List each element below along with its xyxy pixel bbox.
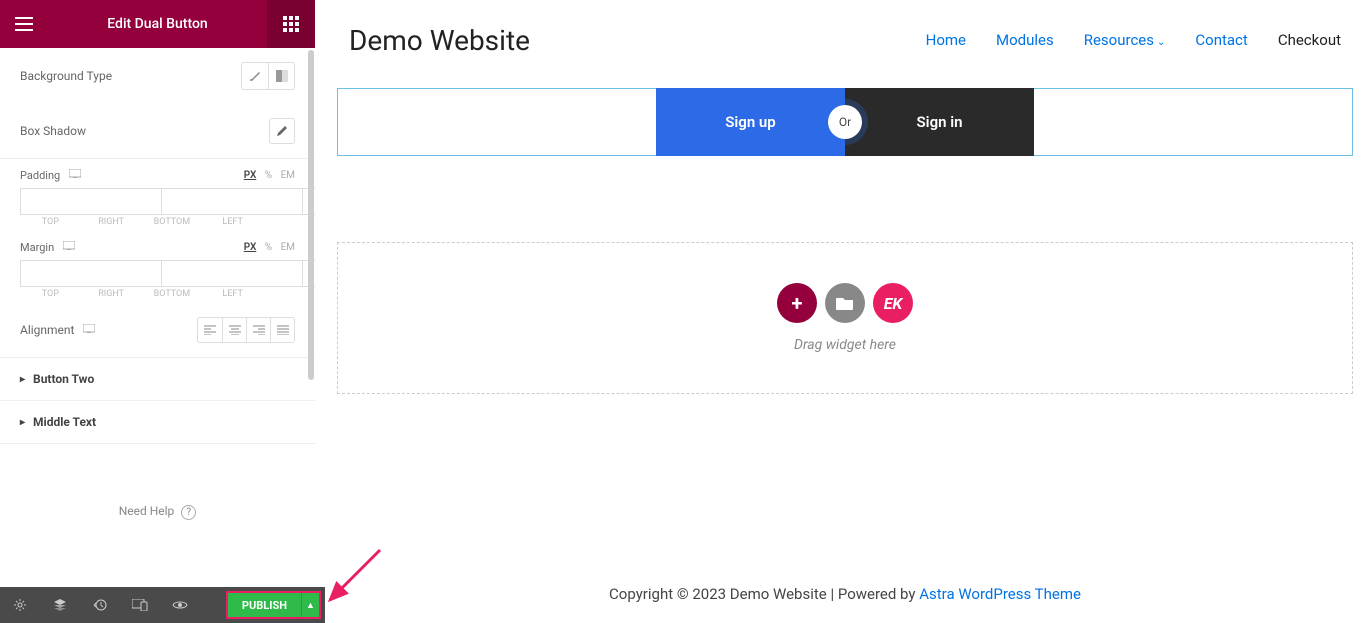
- site-footer: Copyright © 2023 Demo Website | Powered …: [325, 585, 1365, 603]
- alignment-row: Alignment: [0, 303, 315, 357]
- site-header: Demo Website Home Modules Resources⌄ Con…: [325, 0, 1365, 80]
- responsive-mode-icon[interactable]: [120, 587, 160, 623]
- padding-units: PX % EM: [238, 170, 295, 181]
- unit-em[interactable]: EM: [281, 242, 295, 253]
- publish-more-icon[interactable]: ▲: [301, 593, 319, 617]
- box-shadow-edit-icon[interactable]: [269, 118, 295, 144]
- help-icon: ?: [181, 505, 196, 520]
- publish-button[interactable]: PUBLISH: [228, 593, 301, 617]
- unit-em[interactable]: EM: [281, 170, 295, 181]
- dual-button-middle: Or: [828, 105, 862, 139]
- dual-button-right[interactable]: Sign in: [845, 88, 1034, 156]
- unit-pct[interactable]: %: [265, 242, 272, 253]
- dual-button-widget: Sign up Sign in Or: [656, 88, 1034, 156]
- accordion: ▸ Button Two ▸ Middle Text: [0, 357, 315, 444]
- panel-title: Edit Dual Button: [48, 16, 267, 32]
- margin-right-input[interactable]: [161, 260, 302, 287]
- background-type-row: Background Type: [0, 48, 315, 104]
- unit-px[interactable]: PX: [244, 170, 257, 181]
- scrollbar-thumb[interactable]: [308, 50, 314, 380]
- chevron-down-icon: ⌄: [1157, 37, 1165, 48]
- align-center-icon[interactable]: [222, 318, 246, 342]
- drop-zone[interactable]: + EK Drag widget here: [337, 242, 1353, 394]
- nav-checkout[interactable]: Checkout: [1278, 31, 1341, 49]
- chevron-right-icon: ▸: [20, 417, 25, 428]
- align-justify-icon[interactable]: [270, 318, 294, 342]
- alignment-toggle: [197, 317, 295, 343]
- dual-button-left[interactable]: Sign up: [656, 88, 845, 156]
- responsive-icon[interactable]: [63, 241, 75, 254]
- padding-top-input[interactable]: [20, 188, 161, 215]
- padding-control: Padding PX % EM: [0, 159, 315, 231]
- bg-classic-icon[interactable]: [242, 63, 268, 89]
- need-help[interactable]: Need Help ?: [0, 444, 315, 580]
- panel-scroll: Background Type Box Shadow Padding: [0, 48, 315, 623]
- elementskit-icon[interactable]: EK: [873, 283, 913, 323]
- padding-right-input[interactable]: [161, 188, 302, 215]
- nav-modules[interactable]: Modules: [996, 31, 1054, 49]
- box-shadow-label: Box Shadow: [20, 124, 86, 138]
- preview-area: Demo Website Home Modules Resources⌄ Con…: [325, 0, 1365, 623]
- panel-header: Edit Dual Button: [0, 0, 315, 48]
- align-left-icon[interactable]: [198, 318, 222, 342]
- unit-px[interactable]: PX: [244, 242, 257, 253]
- navigator-icon[interactable]: [40, 587, 80, 623]
- selected-widget-frame[interactable]: Sign up Sign in Or: [337, 88, 1353, 156]
- padding-label: Padding: [20, 169, 60, 182]
- preview-icon[interactable]: [160, 587, 200, 623]
- margin-control: Margin PX % EM: [0, 231, 315, 303]
- responsive-icon[interactable]: [69, 169, 81, 182]
- nav-home[interactable]: Home: [926, 31, 966, 49]
- margin-top-input[interactable]: [20, 260, 161, 287]
- nav-contact[interactable]: Contact: [1195, 31, 1247, 49]
- widgets-grid-icon[interactable]: [267, 0, 315, 48]
- bg-gradient-icon[interactable]: [268, 63, 294, 89]
- margin-units: PX % EM: [238, 242, 295, 253]
- add-section-icon[interactable]: +: [777, 283, 817, 323]
- editor-panel: Edit Dual Button Background Type Box Sha…: [0, 0, 315, 623]
- alignment-label: Alignment: [20, 323, 74, 337]
- accordion-middle-text[interactable]: ▸ Middle Text: [0, 401, 315, 444]
- nav-resources[interactable]: Resources⌄: [1084, 31, 1166, 49]
- hamburger-icon[interactable]: [0, 0, 48, 48]
- responsive-icon[interactable]: [83, 323, 95, 337]
- drop-zone-text: Drag widget here: [794, 337, 896, 353]
- history-icon[interactable]: [80, 587, 120, 623]
- background-type-toggle: [241, 62, 295, 90]
- settings-icon[interactable]: [0, 587, 40, 623]
- bottom-bar: PUBLISH ▲: [0, 587, 325, 623]
- chevron-right-icon: ▸: [20, 374, 25, 385]
- unit-pct[interactable]: %: [265, 170, 272, 181]
- accordion-button-two[interactable]: ▸ Button Two: [0, 358, 315, 401]
- margin-label: Margin: [20, 241, 54, 254]
- background-type-label: Background Type: [20, 69, 112, 83]
- site-nav: Home Modules Resources⌄ Contact Checkout: [926, 31, 1341, 49]
- footer-theme-link[interactable]: Astra WordPress Theme: [919, 585, 1081, 603]
- publish-wrap: PUBLISH ▲: [226, 591, 321, 619]
- box-shadow-row: Box Shadow: [0, 104, 315, 158]
- align-right-icon[interactable]: [246, 318, 270, 342]
- template-library-icon[interactable]: [825, 283, 865, 323]
- site-title: Demo Website: [349, 24, 530, 57]
